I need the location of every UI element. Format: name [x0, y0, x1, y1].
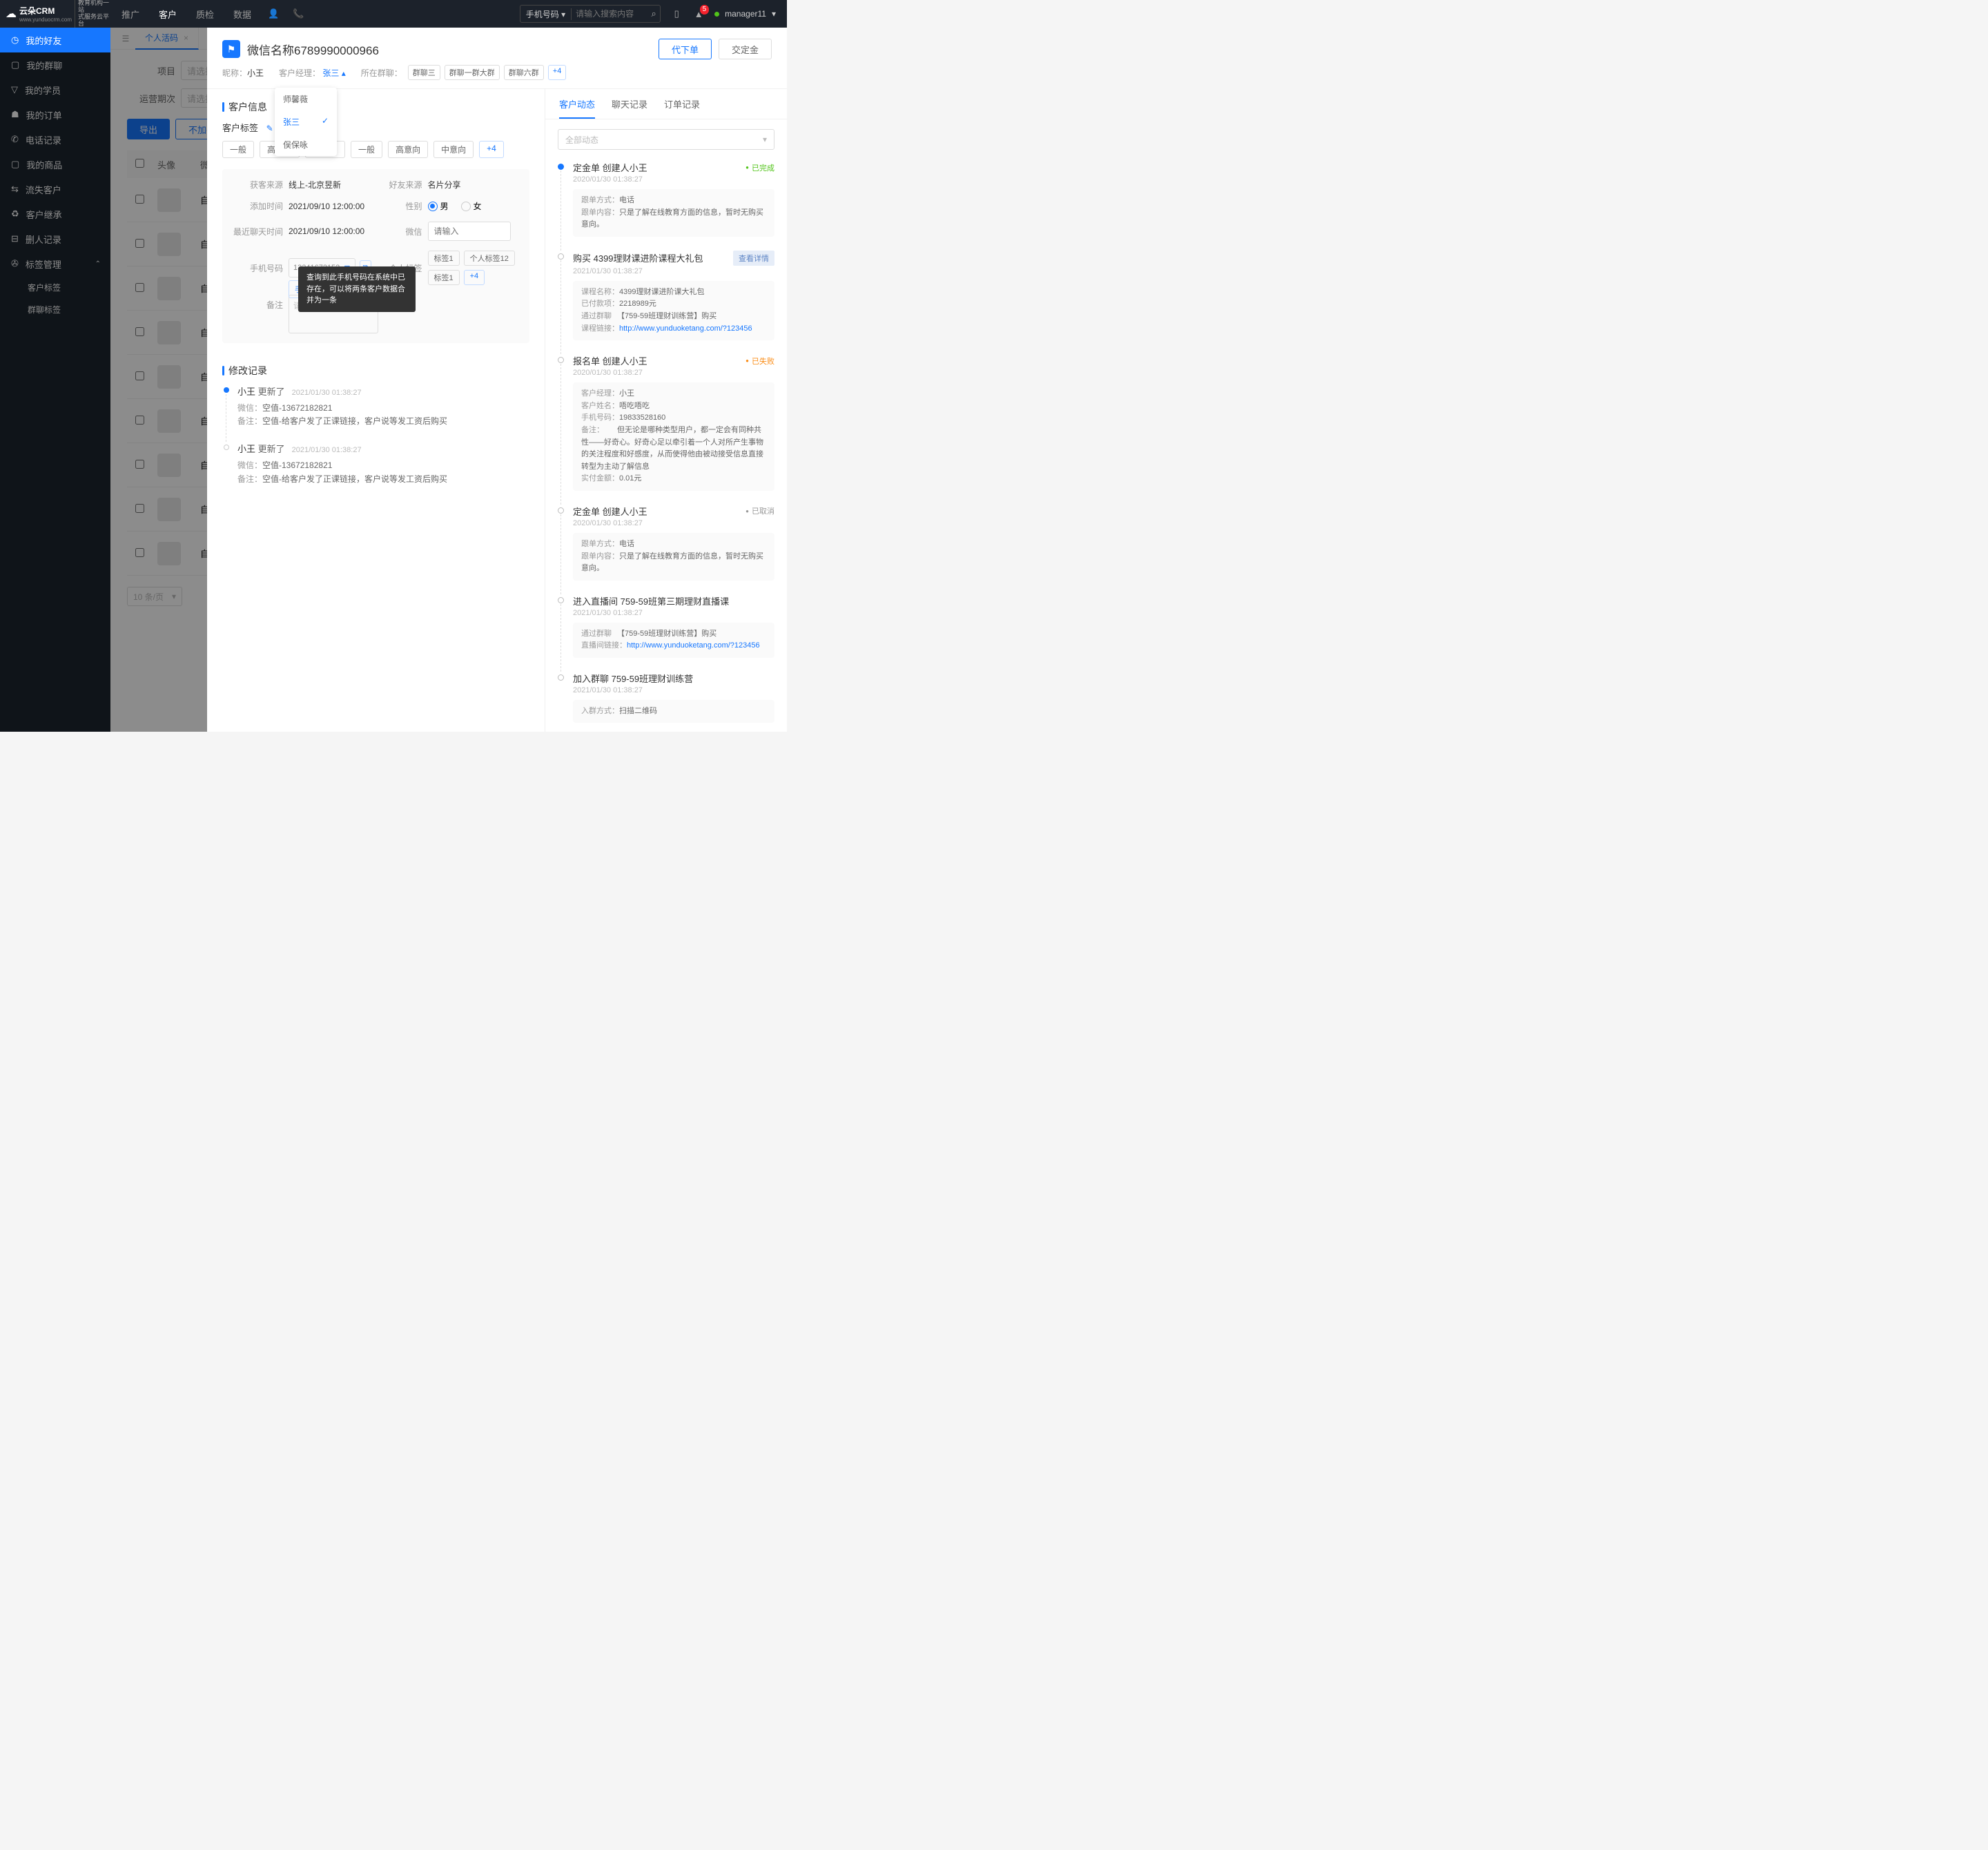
group-chip[interactable]: 群聊六群	[504, 65, 544, 80]
timeline-item: 加入群聊 759-59班理财训练营2021/01/30 01:38:27入群方式…	[558, 672, 774, 723]
tag-more[interactable]: +4	[479, 141, 504, 158]
manager-select[interactable]: 张三 ▴	[322, 68, 345, 78]
topnav: 推广 客户 质检 数据	[110, 8, 251, 21]
activity-tab[interactable]: 客户动态	[559, 97, 595, 119]
mobile-icon[interactable]: ▯	[670, 8, 683, 19]
wechat-input[interactable]	[428, 222, 511, 241]
timeline-item: 定金单 创建人小王已取消2020/01/30 01:38:27跟单方式：电话跟单…	[558, 505, 774, 581]
sidebar-item[interactable]: ⊟删人记录	[0, 226, 110, 251]
sidebar-icon: ⇆	[11, 184, 19, 195]
info-grid: 获客来源 线上-北京昱新 好友来源 名片分享 添加时间 2021/09/10 1…	[222, 169, 529, 343]
customer-panel: ⚑ 微信名称6789990000966 代下单 交定金 昵称：小王 客户经理： …	[207, 28, 787, 732]
search-input[interactable]	[572, 9, 647, 19]
deposit-button[interactable]: 交定金	[719, 39, 772, 59]
dropdown-item[interactable]: 俣保咏	[275, 133, 337, 156]
sidebar: ◷我的好友▢我的群聊▽我的学员☗我的订单✆电话记录▢我的商品⇆流失客户♻客户继承…	[0, 28, 110, 732]
cloud-icon: ☁	[6, 7, 17, 21]
timeline-item: 购买 4399理财课进阶课程大礼包查看详情2021/01/30 01:38:27…	[558, 251, 774, 340]
tag[interactable]: 一般	[222, 141, 254, 158]
personal-tag[interactable]: 个人标签12	[464, 251, 515, 266]
activity-tab[interactable]: 聊天记录	[612, 97, 647, 119]
search-icon[interactable]: ⌕	[647, 8, 660, 19]
section-title: 修改记录	[228, 364, 267, 378]
customer-icon: ⚑	[222, 40, 240, 58]
view-detail[interactable]: 查看详情	[733, 251, 774, 266]
personal-tag[interactable]: 标签1	[428, 251, 460, 266]
topnav-item[interactable]: 推广	[121, 8, 139, 21]
logo: ☁ 云朵CRM www.yunduocrm.com 教育机构一站式服务云平台	[0, 0, 110, 28]
timeline-item: 进入直播间 759-59班第三期理财直播课2021/01/30 01:38:27…	[558, 594, 774, 658]
sidebar-icon: ▢	[11, 159, 19, 170]
topnav-item[interactable]: 数据	[233, 8, 251, 21]
link[interactable]: http://www.yunduoketang.com/?123456	[619, 324, 752, 333]
sidebar-icon: ✇	[11, 258, 19, 269]
sidebar-item[interactable]: ▽我的学员	[0, 77, 110, 102]
customer-name: 微信名称6789990000966	[247, 41, 379, 58]
tag[interactable]: 一般	[351, 141, 382, 158]
sidebar-item[interactable]: ⇆流失客户	[0, 177, 110, 202]
sidebar-item[interactable]: ☗我的订单	[0, 102, 110, 127]
search-type[interactable]: 手机号码 ▾	[520, 8, 572, 20]
place-order-button[interactable]: 代下单	[659, 39, 712, 59]
ptag-more[interactable]: +4	[464, 270, 485, 285]
sidebar-item[interactable]: ✇标签管理⌃	[0, 251, 110, 276]
personal-tag[interactable]: 标签1	[428, 270, 460, 285]
sidebar-icon: ✆	[11, 134, 19, 145]
bell-icon[interactable]: ▲5	[692, 9, 705, 19]
sidebar-subitem[interactable]: 客户标签	[0, 276, 110, 298]
sidebar-subitem[interactable]: 群聊标签	[0, 298, 110, 320]
edit-tags-icon[interactable]: ✎	[266, 124, 273, 133]
topnav-icon[interactable]: 📞	[293, 8, 304, 19]
tags-label: 客户标签	[222, 123, 258, 133]
section-title: 客户信息	[228, 100, 267, 114]
topbar: ☁ 云朵CRM www.yunduocrm.com 教育机构一站式服务云平台 推…	[0, 0, 787, 28]
activity-filter[interactable]: 全部动态▾	[558, 129, 774, 150]
sidebar-icon: ▢	[11, 59, 19, 70]
dropdown-item[interactable]: 师馨薇	[275, 88, 337, 110]
tag[interactable]: 高意向	[388, 141, 428, 158]
sidebar-item[interactable]: ✆电话记录	[0, 127, 110, 152]
sidebar-item[interactable]: ◷我的好友	[0, 28, 110, 52]
topnav-item[interactable]: 质检	[196, 8, 214, 21]
tag[interactable]: 中意向	[433, 141, 474, 158]
caret-down-icon: ▾	[772, 9, 776, 19]
gender-radio[interactable]: 男 女	[428, 200, 519, 212]
sidebar-icon: ⊟	[11, 233, 19, 244]
history-item: 小王 更新了2021/01/30 01:38:27微信：空值-136721828…	[222, 442, 529, 485]
sidebar-item[interactable]: ♻客户继承	[0, 202, 110, 226]
notif-badge: 5	[700, 5, 710, 14]
timeline-item: 报名单 创建人小王已失败2020/01/30 01:38:27客户经理：小王客户…	[558, 354, 774, 491]
phone-tooltip: 查询到此手机号码在系统中已存在，可以将两条客户数据合并为一条	[298, 266, 416, 312]
sidebar-icon: ♻	[11, 208, 19, 220]
sidebar-icon: ▽	[11, 84, 18, 95]
logo-url: www.yunduocrm.com	[19, 17, 72, 23]
group-chip[interactable]: 群聊一群大群	[445, 65, 500, 80]
activity-tab[interactable]: 订单记录	[664, 97, 700, 119]
sidebar-icon: ☗	[11, 109, 19, 120]
topnav-item[interactable]: 客户	[159, 8, 177, 21]
timeline-item: 定金单 创建人小王已完成2020/01/30 01:38:27跟单方式：电话跟单…	[558, 161, 774, 237]
dropdown-item[interactable]: 张三✓	[275, 110, 337, 133]
topnav-icon[interactable]: 👤	[268, 8, 279, 19]
sidebar-item[interactable]: ▢我的群聊	[0, 52, 110, 77]
sidebar-icon: ◷	[11, 35, 19, 46]
status-dot-icon	[714, 12, 719, 17]
group-more[interactable]: +4	[548, 65, 567, 80]
logo-brand: 云朵CRM	[19, 5, 72, 17]
username: manager11	[725, 9, 766, 19]
search[interactable]: 手机号码 ▾ ⌕	[520, 5, 661, 23]
link[interactable]: http://www.yunduoketang.com/?123456	[627, 641, 760, 650]
group-chip[interactable]: 群聊三	[408, 65, 440, 80]
manager-dropdown: 师馨薇张三✓俣保咏	[275, 88, 337, 156]
history-item: 小王 更新了2021/01/30 01:38:27微信：空值-136721828…	[222, 384, 529, 428]
user-menu[interactable]: manager11 ▾	[714, 9, 776, 19]
sidebar-item[interactable]: ▢我的商品	[0, 152, 110, 177]
